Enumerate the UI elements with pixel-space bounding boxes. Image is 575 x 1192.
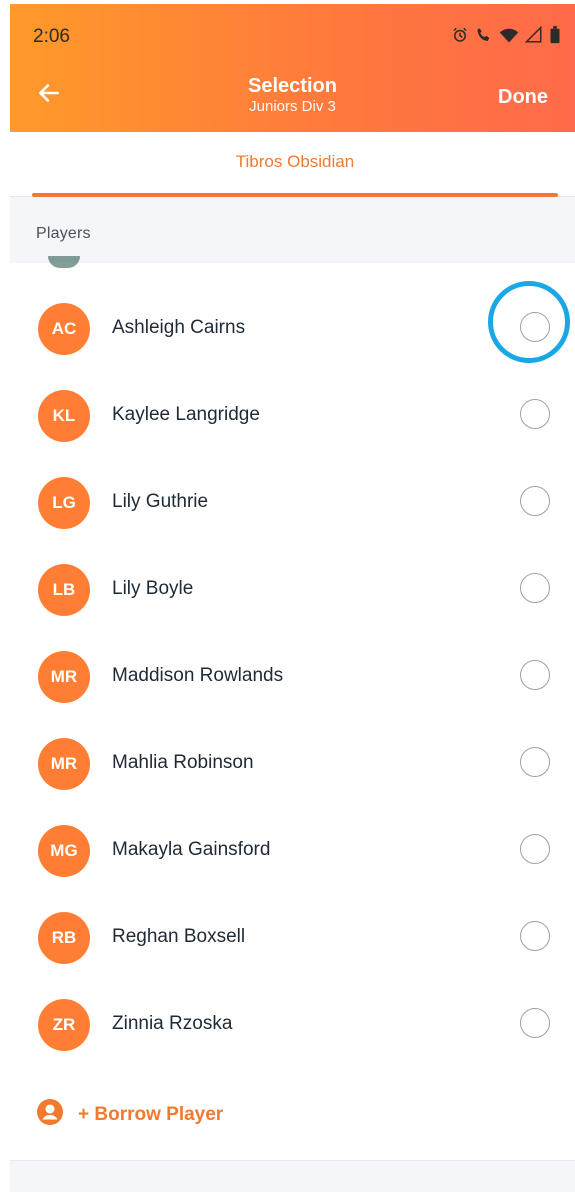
page-title: Selection	[248, 75, 337, 97]
user-circle-icon	[36, 1098, 64, 1132]
player-name: Makayla Gainsford	[112, 839, 271, 860]
team-tabs: Tibros Obsidian	[10, 132, 575, 197]
page-subtitle: Juniors Div 3	[249, 98, 336, 115]
battery-icon	[549, 26, 561, 49]
avatar: LB	[38, 564, 90, 616]
wifi-icon	[499, 26, 519, 49]
player-name: Reghan Boxsell	[112, 926, 246, 947]
status-icons	[451, 25, 561, 49]
select-radio[interactable]	[520, 660, 550, 690]
borrow-player-button[interactable]: + Borrow Player	[36, 1099, 223, 1131]
tab-tibros-obsidian[interactable]: Tibros Obsidian	[32, 132, 558, 196]
avatar: AC	[38, 303, 90, 355]
list-item[interactable]: RB Reghan Boxsell	[10, 894, 575, 981]
select-radio[interactable]	[520, 1008, 550, 1038]
player-name: Lily Boyle	[112, 578, 194, 599]
select-radio[interactable]	[520, 573, 550, 603]
list-item[interactable]: LB Lily Boyle	[10, 546, 575, 633]
select-radio[interactable]	[520, 921, 550, 951]
list-item[interactable]: LG Lily Guthrie	[10, 459, 575, 546]
section-title: Players	[36, 225, 91, 242]
avatar: ZR	[38, 999, 90, 1051]
list-item[interactable]: AC Ashleigh Cairns	[10, 285, 575, 372]
avatar: MR	[38, 651, 90, 703]
list-item[interactable]: KL Kaylee Langridge	[10, 372, 575, 459]
status-time: 2:06	[33, 26, 70, 47]
wifi-call-icon	[475, 26, 493, 49]
list-item[interactable]: ZR Zinnia Rzoska	[10, 981, 575, 1068]
player-name: Zinnia Rzoska	[112, 1013, 233, 1034]
select-radio[interactable]	[520, 312, 550, 342]
select-radio[interactable]	[520, 486, 550, 516]
player-name: Maddison Rowlands	[112, 665, 284, 686]
header-title-group: Selection Juniors Div 3	[10, 74, 575, 116]
scrolled-avatar-edge	[48, 256, 80, 268]
alarm-icon	[451, 26, 469, 49]
avatar: MG	[38, 825, 90, 877]
list-item[interactable]: MG Makayla Gainsford	[10, 807, 575, 894]
player-name: Kaylee Langridge	[112, 404, 260, 425]
list-item[interactable]: MR Mahlia Robinson	[10, 720, 575, 807]
bottom-panel	[10, 1160, 575, 1192]
players-section-header: Players	[10, 197, 575, 263]
avatar: MR	[38, 738, 90, 790]
select-radio[interactable]	[520, 834, 550, 864]
signal-icon	[524, 25, 543, 49]
list-item[interactable]: MR Maddison Rowlands	[10, 633, 575, 720]
borrow-player-label: + Borrow Player	[78, 1104, 224, 1125]
player-name: Mahlia Robinson	[112, 752, 254, 773]
avatar: KL	[38, 390, 90, 442]
avatar: RB	[38, 912, 90, 964]
app-header: 2:06 Selection Juniors Div 3 Done	[10, 4, 575, 132]
select-radio[interactable]	[520, 747, 550, 777]
select-radio[interactable]	[520, 399, 550, 429]
done-button[interactable]: Done	[498, 86, 548, 109]
avatar: LG	[38, 477, 90, 529]
player-name: Lily Guthrie	[112, 491, 209, 512]
player-name: Ashleigh Cairns	[112, 317, 246, 338]
